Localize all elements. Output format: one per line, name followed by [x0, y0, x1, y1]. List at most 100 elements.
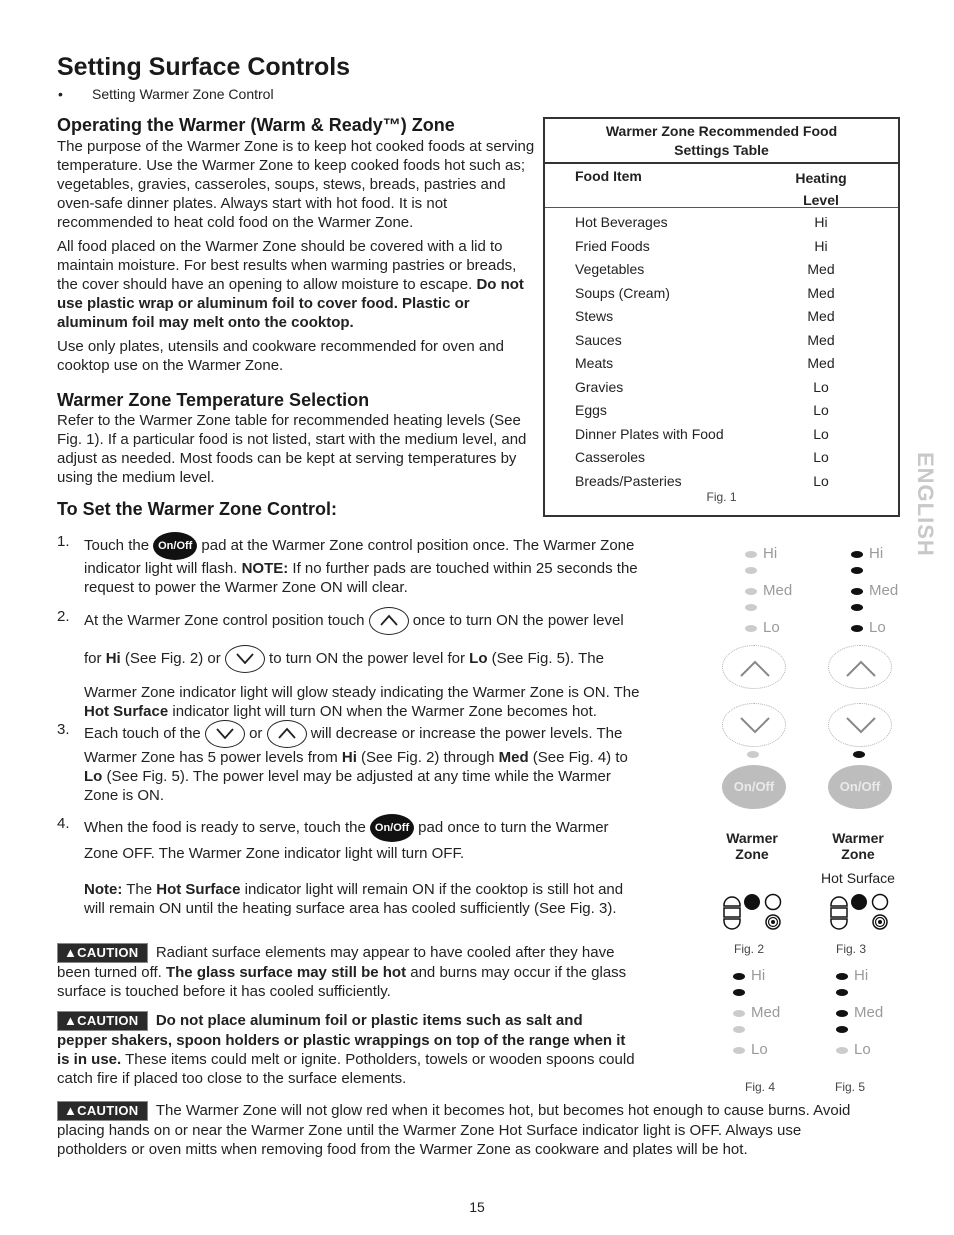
onoff-pad-icon: On/Off	[153, 532, 198, 560]
indicator-led-icon	[851, 588, 863, 595]
food-item-cell: Meats	[575, 355, 614, 371]
indicator-led-icon	[836, 1047, 848, 1054]
operating-heading: Operating the Warmer (Warm & Ready™) Zon…	[57, 115, 455, 135]
column-heating-level: Heating Level	[795, 170, 847, 208]
page-number: 15	[469, 1199, 485, 1215]
indicator-led-icon	[851, 551, 863, 558]
down-arrow-pad-button[interactable]	[722, 703, 786, 747]
table-row: Casseroles Lo	[545, 446, 898, 470]
down-arrow-pad-icon	[224, 645, 265, 673]
level-indicator-row: Hi	[836, 968, 916, 984]
zone-indicator-led-icon	[853, 751, 865, 758]
up-arrow-pad-button[interactable]	[722, 645, 786, 689]
food-item-cell: Casseroles	[575, 449, 646, 465]
level-indicator-row: Lo	[851, 620, 931, 636]
hot-surface-note: Note: The Hot Surface indicator light wi…	[84, 881, 624, 917]
heating-level-cell: Lo	[813, 402, 829, 418]
caution-3: ▲CAUTION The Warmer Zone will not glow r…	[57, 1101, 851, 1158]
food-item-cell: Fried Foods	[575, 237, 650, 254]
down-arrow-pad-button[interactable]	[828, 703, 892, 747]
warmer-zone-label: Warmer Zone	[726, 830, 778, 862]
level-label: Lo	[854, 1041, 871, 1058]
level-label: Hi	[869, 545, 884, 562]
heating-level-cell: Lo	[813, 449, 829, 465]
level-label: Med	[751, 1004, 781, 1021]
food-item-cell: Vegetables	[575, 261, 645, 277]
level-indicator-row	[851, 599, 931, 620]
chevron-down-icon	[846, 717, 876, 734]
level-indicator-row: Med	[745, 583, 825, 599]
operating-para-1: The purpose of the Warmer Zone is to kee…	[57, 138, 535, 231]
table-row: Meats Med	[545, 352, 898, 376]
level-label: Lo	[763, 619, 780, 636]
operating-section: Operating the Warmer (Warm & Ready™) Zon…	[57, 114, 537, 375]
up-arrow-pad-button[interactable]	[828, 645, 892, 689]
level-label: Hi	[854, 967, 869, 984]
temperature-section: Warmer Zone Temperature Selection Refer …	[57, 389, 537, 487]
temperature-heading: Warmer Zone Temperature Selection	[57, 390, 370, 410]
level-label: Hi	[763, 545, 778, 562]
heating-level-cell: Med	[807, 308, 835, 324]
indicator-led-icon	[836, 1026, 848, 1033]
level-indicators-fig-5: Hi Med Lo	[836, 968, 916, 1058]
level-indicators-panel-left: Hi Med Lo	[745, 546, 825, 636]
table-row: Gravies Lo	[545, 376, 898, 400]
up-arrow-pad-icon	[266, 720, 307, 748]
set-control-heading: To Set the Warmer Zone Control:	[57, 499, 338, 519]
indicator-led-icon	[733, 1010, 745, 1017]
indicator-led-icon	[745, 567, 757, 574]
zone-status-icon	[830, 893, 889, 930]
onoff-pad-button[interactable]: On/Off	[828, 765, 892, 809]
table-row: Fried Foods Hi	[545, 235, 898, 259]
chevron-up-icon	[740, 660, 770, 677]
zone-status-icon	[723, 893, 782, 930]
column-food-item: Food Item	[575, 168, 642, 184]
level-indicator-row: Med	[851, 583, 931, 599]
warmer-zone-label: Warmer Zone	[832, 830, 884, 862]
heating-level-cell: Lo	[813, 378, 829, 395]
food-item-cell: Stews	[575, 308, 614, 324]
level-indicator-row: Hi	[733, 968, 813, 984]
level-indicator-row: Hi	[851, 546, 931, 562]
heating-level-cell: Hi	[814, 214, 828, 230]
level-indicator-row	[745, 562, 825, 583]
food-item-cell: Soups (Cream)	[575, 284, 670, 301]
fig-5-caption: Fig. 5	[835, 1080, 866, 1094]
indicator-led-icon	[733, 1026, 745, 1033]
level-indicator-row: Med	[733, 1005, 813, 1021]
level-indicator-row	[836, 984, 916, 1005]
onoff-pad-icon: On/Off	[370, 814, 414, 842]
level-indicators-panel-right: Hi Med Lo	[851, 546, 931, 636]
heating-level-cell: Med	[807, 284, 835, 301]
food-item-cell: Hot Beverages	[575, 214, 668, 230]
heating-level-cell: Med	[807, 331, 835, 348]
fig-1-caption: Fig. 1	[706, 490, 737, 504]
indicator-led-icon	[836, 1010, 848, 1017]
food-item-cell: Eggs	[575, 402, 607, 418]
onoff-pad-button[interactable]: On/Off	[722, 765, 786, 809]
level-indicator-row	[836, 1021, 916, 1042]
indicator-led-icon	[733, 1047, 745, 1054]
operating-para-2: All food placed on the Warmer Zone shoul…	[57, 238, 524, 331]
level-label: Lo	[869, 619, 886, 636]
indicator-led-icon	[745, 625, 757, 632]
heating-level-cell: Med	[807, 261, 835, 277]
table-row: Hot Beverages Hi	[545, 211, 898, 235]
warmer-zone-hot-surface-icons	[829, 893, 899, 933]
indicator-led-icon	[745, 588, 757, 595]
level-label: Med	[854, 1004, 884, 1021]
caution-1: ▲CAUTION Radiant surface elements may ap…	[57, 943, 627, 1000]
caution-badge: ▲CAUTION	[57, 943, 148, 963]
level-indicator-row	[733, 1021, 813, 1042]
level-indicator-row	[733, 984, 813, 1005]
level-label: Med	[763, 582, 793, 599]
table-row: Sauces Med	[545, 329, 898, 353]
level-indicator-row: Med	[836, 1005, 916, 1021]
caution-badge: ▲CAUTION	[57, 1101, 148, 1121]
fig-3-caption: Fig. 3	[836, 942, 867, 956]
table-row: Stews Med	[545, 305, 898, 329]
indicator-led-icon	[745, 551, 757, 558]
table-row: Vegetables Med	[545, 258, 898, 282]
level-label: Med	[869, 582, 899, 599]
indicator-led-icon	[733, 989, 745, 996]
